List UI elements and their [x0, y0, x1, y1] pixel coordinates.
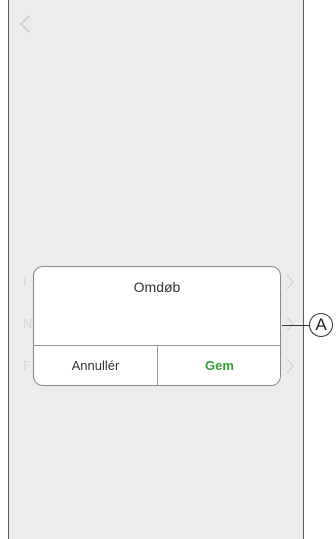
cancel-button[interactable]: Annullér — [34, 346, 157, 385]
chevron-right-icon — [285, 357, 295, 375]
rename-dialog: Omdøb Annullér Gem — [33, 266, 281, 386]
callout-leader-line — [282, 325, 310, 326]
callout-marker: A — [309, 313, 333, 337]
settings-row-label: F — [23, 358, 31, 373]
figure-canvas: I N F Omdøb Annullér Gem A — [0, 0, 336, 539]
settings-row-label: N — [23, 316, 33, 331]
chevron-right-icon — [285, 315, 295, 333]
settings-row-label: I — [23, 274, 27, 289]
back-chevron-icon[interactable] — [19, 14, 31, 34]
chevron-right-icon — [285, 273, 295, 291]
dialog-title: Omdøb — [133, 279, 181, 295]
save-button[interactable]: Gem — [158, 346, 280, 385]
